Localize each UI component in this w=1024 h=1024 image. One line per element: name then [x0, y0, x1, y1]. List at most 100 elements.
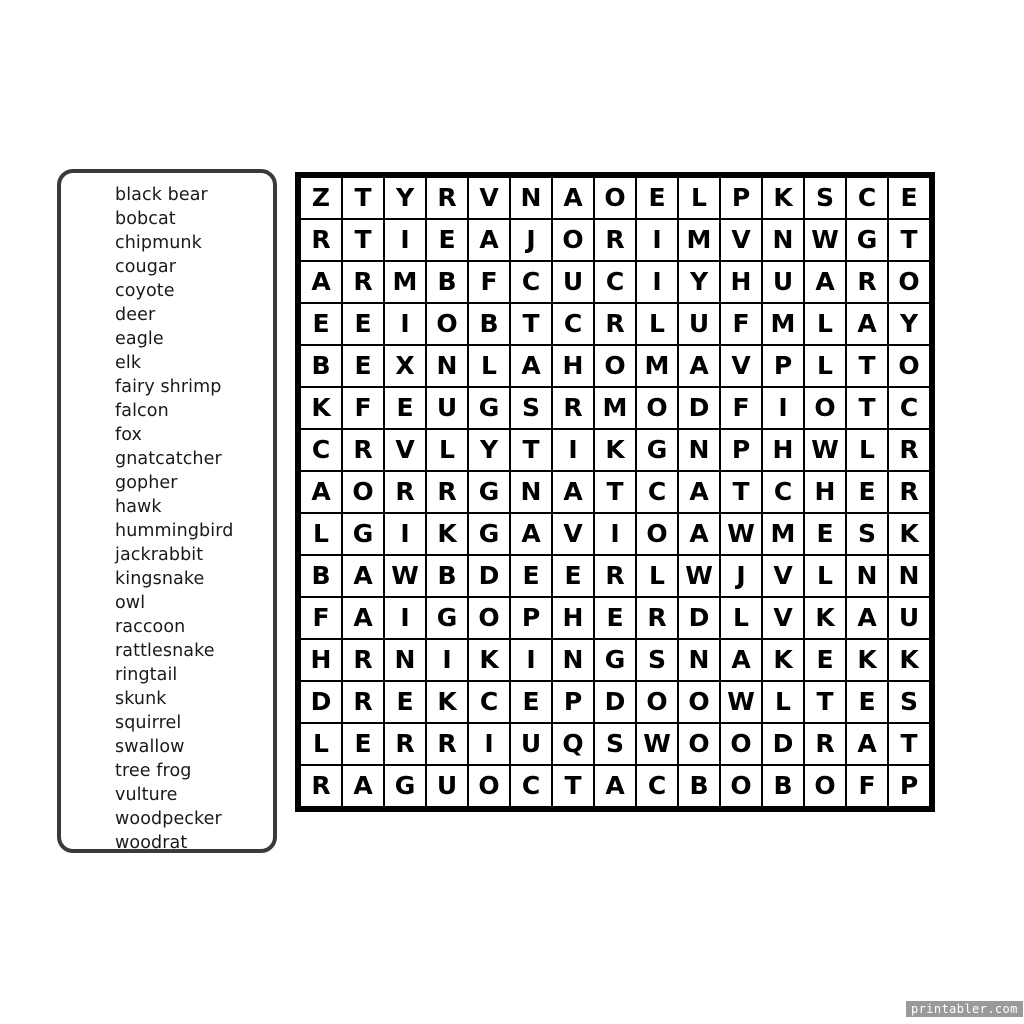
- letter-cell[interactable]: A: [343, 556, 383, 596]
- letter-cell[interactable]: B: [763, 766, 803, 806]
- letter-cell[interactable]: Z: [301, 178, 341, 218]
- letter-cell[interactable]: E: [889, 178, 929, 218]
- letter-cell[interactable]: F: [301, 598, 341, 638]
- letter-cell[interactable]: A: [847, 598, 887, 638]
- letter-cell[interactable]: Y: [385, 178, 425, 218]
- letter-cell[interactable]: X: [385, 346, 425, 386]
- letter-cell[interactable]: L: [805, 556, 845, 596]
- letter-cell[interactable]: E: [385, 682, 425, 722]
- letter-cell[interactable]: C: [763, 472, 803, 512]
- letter-cell[interactable]: O: [805, 766, 845, 806]
- letter-cell[interactable]: S: [889, 682, 929, 722]
- letter-cell[interactable]: G: [847, 220, 887, 260]
- letter-cell[interactable]: P: [511, 598, 551, 638]
- letter-cell[interactable]: S: [847, 514, 887, 554]
- letter-cell[interactable]: S: [637, 640, 677, 680]
- letter-cell[interactable]: I: [553, 430, 593, 470]
- letter-cell[interactable]: I: [427, 640, 467, 680]
- letter-cell[interactable]: H: [553, 598, 593, 638]
- letter-cell[interactable]: B: [301, 346, 341, 386]
- letter-cell[interactable]: G: [469, 514, 509, 554]
- letter-cell[interactable]: G: [469, 388, 509, 428]
- letter-cell[interactable]: J: [511, 220, 551, 260]
- letter-cell[interactable]: L: [805, 304, 845, 344]
- letter-cell[interactable]: I: [763, 388, 803, 428]
- letter-cell[interactable]: B: [427, 556, 467, 596]
- letter-cell[interactable]: R: [553, 388, 593, 428]
- letter-cell[interactable]: C: [301, 430, 341, 470]
- letter-cell[interactable]: R: [343, 640, 383, 680]
- letter-cell[interactable]: R: [847, 262, 887, 302]
- letter-cell[interactable]: N: [427, 346, 467, 386]
- letter-cell[interactable]: G: [469, 472, 509, 512]
- letter-cell[interactable]: V: [763, 598, 803, 638]
- letter-cell[interactable]: U: [427, 766, 467, 806]
- letter-cell[interactable]: A: [679, 472, 719, 512]
- letter-cell[interactable]: N: [511, 472, 551, 512]
- letter-cell[interactable]: N: [511, 178, 551, 218]
- letter-cell[interactable]: A: [721, 640, 761, 680]
- letter-cell[interactable]: M: [595, 388, 635, 428]
- letter-cell[interactable]: N: [763, 220, 803, 260]
- letter-cell[interactable]: T: [889, 220, 929, 260]
- letter-cell[interactable]: E: [343, 346, 383, 386]
- letter-cell[interactable]: V: [721, 220, 761, 260]
- letter-cell[interactable]: A: [301, 472, 341, 512]
- letter-cell[interactable]: S: [595, 724, 635, 764]
- letter-cell[interactable]: U: [763, 262, 803, 302]
- letter-cell[interactable]: W: [805, 430, 845, 470]
- letter-cell[interactable]: M: [679, 220, 719, 260]
- letter-cell[interactable]: K: [847, 640, 887, 680]
- letter-cell[interactable]: U: [679, 304, 719, 344]
- letter-cell[interactable]: I: [385, 304, 425, 344]
- letter-cell[interactable]: K: [805, 598, 845, 638]
- letter-cell[interactable]: P: [553, 682, 593, 722]
- letter-cell[interactable]: O: [469, 766, 509, 806]
- letter-cell[interactable]: E: [343, 724, 383, 764]
- letter-cell[interactable]: C: [847, 178, 887, 218]
- letter-cell[interactable]: R: [889, 430, 929, 470]
- letter-cell[interactable]: T: [847, 388, 887, 428]
- letter-cell[interactable]: R: [595, 220, 635, 260]
- letter-cell[interactable]: A: [553, 178, 593, 218]
- letter-cell[interactable]: A: [805, 262, 845, 302]
- letter-cell[interactable]: T: [595, 472, 635, 512]
- letter-cell[interactable]: H: [805, 472, 845, 512]
- letter-cell[interactable]: G: [637, 430, 677, 470]
- letter-cell[interactable]: I: [637, 262, 677, 302]
- letter-cell[interactable]: V: [721, 346, 761, 386]
- letter-cell[interactable]: K: [763, 640, 803, 680]
- letter-cell[interactable]: P: [721, 430, 761, 470]
- letter-cell[interactable]: K: [427, 514, 467, 554]
- letter-cell[interactable]: P: [763, 346, 803, 386]
- letter-cell[interactable]: A: [847, 304, 887, 344]
- letter-cell[interactable]: T: [343, 220, 383, 260]
- letter-cell[interactable]: C: [469, 682, 509, 722]
- letter-cell[interactable]: E: [847, 682, 887, 722]
- letter-cell[interactable]: C: [637, 766, 677, 806]
- letter-cell[interactable]: R: [427, 178, 467, 218]
- letter-cell[interactable]: E: [595, 598, 635, 638]
- letter-cell[interactable]: O: [889, 262, 929, 302]
- letter-cell[interactable]: H: [553, 346, 593, 386]
- letter-cell[interactable]: O: [427, 304, 467, 344]
- letter-cell[interactable]: D: [763, 724, 803, 764]
- letter-cell[interactable]: F: [721, 388, 761, 428]
- letter-cell[interactable]: A: [343, 766, 383, 806]
- letter-cell[interactable]: O: [721, 724, 761, 764]
- letter-cell[interactable]: R: [385, 472, 425, 512]
- letter-cell[interactable]: T: [511, 304, 551, 344]
- letter-cell[interactable]: O: [637, 388, 677, 428]
- letter-cell[interactable]: N: [385, 640, 425, 680]
- letter-cell[interactable]: K: [301, 388, 341, 428]
- letter-cell[interactable]: R: [427, 724, 467, 764]
- letter-cell[interactable]: T: [511, 430, 551, 470]
- letter-cell[interactable]: G: [595, 640, 635, 680]
- letter-cell[interactable]: Y: [889, 304, 929, 344]
- letter-cell[interactable]: T: [553, 766, 593, 806]
- letter-cell[interactable]: R: [595, 556, 635, 596]
- letter-cell[interactable]: V: [469, 178, 509, 218]
- letter-cell[interactable]: O: [469, 598, 509, 638]
- letter-cell[interactable]: N: [679, 640, 719, 680]
- letter-cell[interactable]: D: [679, 598, 719, 638]
